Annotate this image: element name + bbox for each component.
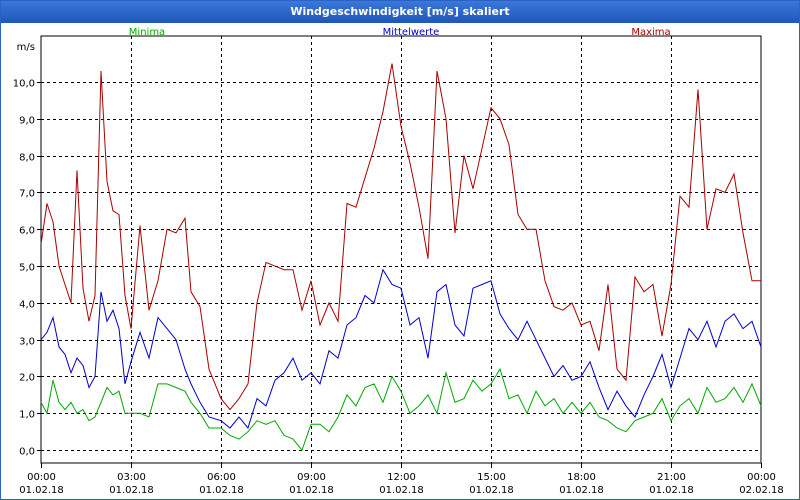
wind-speed-chart: 0,0 1,0 2,0 3,0 4,0 5,0 6,0 7,0 8,0 9,0 10,0 m/s 00:… bbox=[13, 27, 784, 496]
x-tick-label-time: 00:00 bbox=[27, 472, 56, 483]
y-tick-label: 7,0 bbox=[19, 189, 35, 200]
y-tick-label: 6,0 bbox=[19, 226, 35, 237]
x-tick-label-date: 01.02.18 bbox=[289, 485, 334, 496]
x-tick-label-date: 01.02.18 bbox=[199, 485, 244, 496]
x-tick-label-time: 09:00 bbox=[297, 472, 326, 483]
x-tick-label-date: 01.02.18 bbox=[559, 485, 604, 496]
x-tick-label-time: 21:00 bbox=[657, 472, 686, 483]
x-tick-label-time: 12:00 bbox=[387, 472, 416, 483]
x-tick-label-time: 06:00 bbox=[207, 472, 236, 483]
y-axis-label: m/s bbox=[17, 42, 35, 53]
y-tick-label: 8,0 bbox=[19, 153, 35, 164]
legend-minima: Minima bbox=[129, 27, 165, 38]
chart-grid bbox=[41, 36, 761, 463]
y-tick-label: 3,0 bbox=[19, 337, 35, 348]
x-tick-label-date: 01.02.18 bbox=[379, 485, 424, 496]
y-tick-label: 2,0 bbox=[19, 373, 35, 384]
y-tick-label: 1,0 bbox=[19, 410, 35, 421]
x-tick-label-date: 02.02.18 bbox=[739, 485, 784, 496]
x-tick-label-time: 03:00 bbox=[117, 472, 146, 483]
x-tick-label-time: 18:00 bbox=[567, 472, 596, 483]
x-tick-label-time: 00:00 bbox=[747, 472, 776, 483]
chart-title: Windgeschwindigkeit [m/s] skaliert bbox=[1, 1, 799, 23]
legend-mittelwerte: Mittelwerte bbox=[383, 27, 440, 38]
x-tick-label-date: 01.02.18 bbox=[109, 485, 154, 496]
x-tick-label-date: 01.02.18 bbox=[649, 485, 694, 496]
y-tick-label: 5,0 bbox=[19, 263, 35, 274]
chart-window: Windgeschwindigkeit [m/s] skaliert 0,0 1,… bbox=[0, 0, 800, 500]
y-tick-label: 10,0 bbox=[13, 79, 35, 90]
x-tick-label-date: 01.02.18 bbox=[469, 485, 514, 496]
x-tick-label-date: 01.02.18 bbox=[19, 485, 64, 496]
x-tick-label-time: 15:00 bbox=[477, 472, 506, 483]
legend-maxima: Maxima bbox=[631, 27, 670, 38]
y-tick-label: 0,0 bbox=[19, 447, 35, 458]
y-tick-label: 9,0 bbox=[19, 116, 35, 127]
y-tick-label: 4,0 bbox=[19, 300, 35, 311]
